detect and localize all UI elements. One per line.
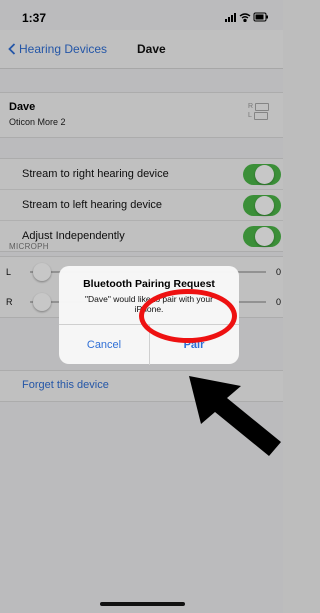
cancel-button[interactable]: Cancel [59, 325, 150, 365]
alert-title: Bluetooth Pairing Request [83, 278, 215, 290]
pointer-arrow-icon [189, 376, 281, 456]
home-indicator [100, 602, 185, 606]
highlight-circle [139, 289, 237, 343]
settings-screen: 1:37 Hearing Devices Dave Dave Oticon Mo… [0, 0, 283, 613]
